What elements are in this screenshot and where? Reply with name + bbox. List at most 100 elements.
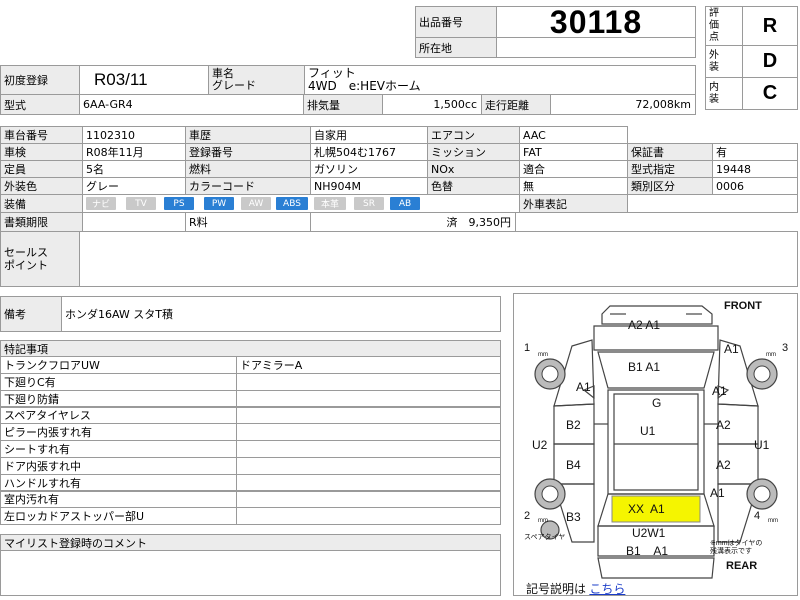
right-front-door-damage: A2 [716,418,731,432]
fuel-label: 燃料 [185,160,311,178]
registration-number: 札幌504む1767 [310,143,428,161]
special-note-item [236,389,501,408]
first-registration: R03/11 [79,65,209,95]
legend-link[interactable]: こちら [589,582,625,596]
left-front-door-damage: B2 [566,418,581,432]
color-code: NH904M [310,177,428,195]
equipment-sunroof-badge: SR [354,197,384,210]
wheel-2-label: 2 [524,510,531,522]
left-front-fender-damage: A1 [576,380,591,394]
sales-point-label: セールス ポイント [0,231,80,287]
right-rear-door-damage: A2 [716,458,731,472]
equipment-abs-badge: ABS [276,197,308,210]
legend-text: 記号説明は こちら [526,580,625,597]
tread-note: ※mmはタイヤの 残溝表示です [710,540,763,555]
documents-deadline-label: 書類期限 [0,212,83,232]
model-code: 6AA-GR4 [79,94,304,115]
right-pillar-damage: A1 [712,384,727,398]
special-note-item [236,406,501,425]
notes: ホンダ16AW スタT積 [61,296,501,332]
history-label: 車歴 [185,126,311,144]
left-rear-door-damage: B4 [566,458,581,472]
mylist-comment [0,550,501,596]
right-front-fender-damage: A1 [724,342,739,356]
left-rocker-damage: U2 [532,438,548,452]
equipment-airbag-badge: AB [390,197,420,210]
mileage-label: 走行距離 [481,94,551,115]
rear-panel-damage: U2W1 [632,526,666,540]
equipment-ps-badge: PS [164,197,194,210]
hood-damage: A2 A1 [628,318,661,332]
roof-damage: G [652,396,662,410]
inspection-label: 車検 [0,143,83,161]
special-note-item: ドアミラーA [236,356,501,374]
trunk-damage: XX A1 [628,502,665,516]
displacement-label: 排気量 [303,94,383,115]
notes-label: 備考 [0,296,62,332]
equipment-pw-badge: PW [204,197,234,210]
capacity-label: 定員 [0,160,83,178]
overall-grade-label: 評 価 点 [705,6,743,46]
aircon-label: エアコン [427,126,520,144]
right-rocker-damage: U1 [754,438,770,452]
special-note-item: ドア内張すれ中 [0,456,237,475]
class-label: 類別区分 [627,177,713,195]
special-note-item: ハンドルすれ有 [0,473,237,492]
repaint: 無 [519,177,628,195]
special-note-item: スペアタイヤレス [0,406,237,425]
lot-number: 30118 [496,6,696,38]
inspection: R08年11月 [82,143,186,161]
car-name-label: 車名 グレード [208,65,305,95]
special-note-item [236,473,501,492]
wheel-1-label: 1 [524,342,531,354]
car-name-grade: フィット 4WD e:HEVホーム [304,65,696,95]
fuel: ガソリン [310,160,428,178]
location-label: 所在地 [415,37,497,58]
recycle-fee-label: R料 [185,212,311,232]
equipment-aw-badge: AW [241,197,271,210]
displacement: 1,500cc [382,94,482,115]
rear-label: REAR [726,560,758,572]
wheel-4-label: 4 [754,510,761,522]
front-label: FRONT [724,300,762,312]
right-rear-fender-damage: A1 [710,486,725,500]
interior-grade: C [742,77,798,110]
overall-grade: R [742,6,798,46]
equipment-label: 装備 [0,194,83,213]
type-designation: 19448 [712,160,798,178]
color: グレー [82,177,186,195]
chassis-number: 1102310 [82,126,186,144]
color-label: 外装色 [0,177,83,195]
rear-bumper-damage: B1 A1 [626,544,669,558]
documents-deadline [82,212,186,232]
mileage: 72,008km [550,94,696,115]
spare-tire-label: スペアタイヤ [524,534,566,541]
special-note-item: 下廻り防錆 [0,389,237,408]
special-note-item [236,490,501,509]
special-note-item: シートすれ有 [0,440,237,458]
sales-point [79,231,798,287]
special-note-item: 左ロッカドアストッパー部U [0,507,237,526]
capacity: 5名 [82,160,186,178]
wheel-2-mm: mm [538,518,548,524]
nox-label: NOx [427,160,520,178]
warranty-label: 保証書 [627,143,713,161]
damage-diagram: FRONT A2 A1 B1 A1 G U1 A1 B2 B4 U2 B3 A1… [513,293,798,596]
wheel-3-label: 3 [782,342,789,354]
exterior-grade: D [742,45,798,78]
special-note-item [236,507,501,526]
class: 0006 [712,177,798,195]
cabin-damage: U1 [640,424,656,438]
special-note-item [236,440,501,458]
location-value [496,37,696,58]
foreign-label: 外車表記 [519,194,628,213]
aircon: AAC [519,126,628,144]
special-note-item: 下廻りC有 [0,372,237,391]
model-label: 型式 [0,94,80,115]
special-notes-header: 特記事項 [0,340,501,357]
special-note-item: 室内汚れ有 [0,490,237,509]
first-registration-label: 初度登録 [0,65,80,95]
wheel-1-mm: mm [538,352,548,358]
special-note-item [236,423,501,442]
recycle-fee: 済 9,350円 [310,212,516,232]
